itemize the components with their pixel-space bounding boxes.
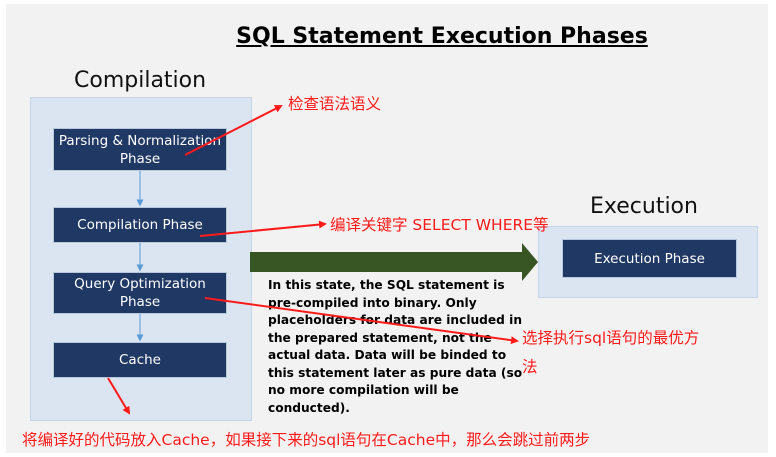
annotation-arrow-optimization [204, 297, 519, 345]
annotation-arrow-compilation [199, 220, 327, 237]
annotation-arrow-parsing [184, 105, 283, 156]
annotation-arrow-cache [107, 377, 131, 415]
annotation-optimization-line1: 选择执行sql语句的最优方 [522, 329, 700, 347]
annotation-cache: 将编译好的代码放入Cache，如果接下来的sql语句在Cache中，那么会跳过前… [22, 431, 591, 449]
compile-to-execute-arrow [250, 243, 538, 281]
annotation-optimization-line2: 法 [522, 358, 538, 376]
annotation-compilation: 编译关键字 SELECT WHERE等 [330, 216, 549, 234]
annotation-parsing: 检查语法语义 [288, 95, 382, 113]
